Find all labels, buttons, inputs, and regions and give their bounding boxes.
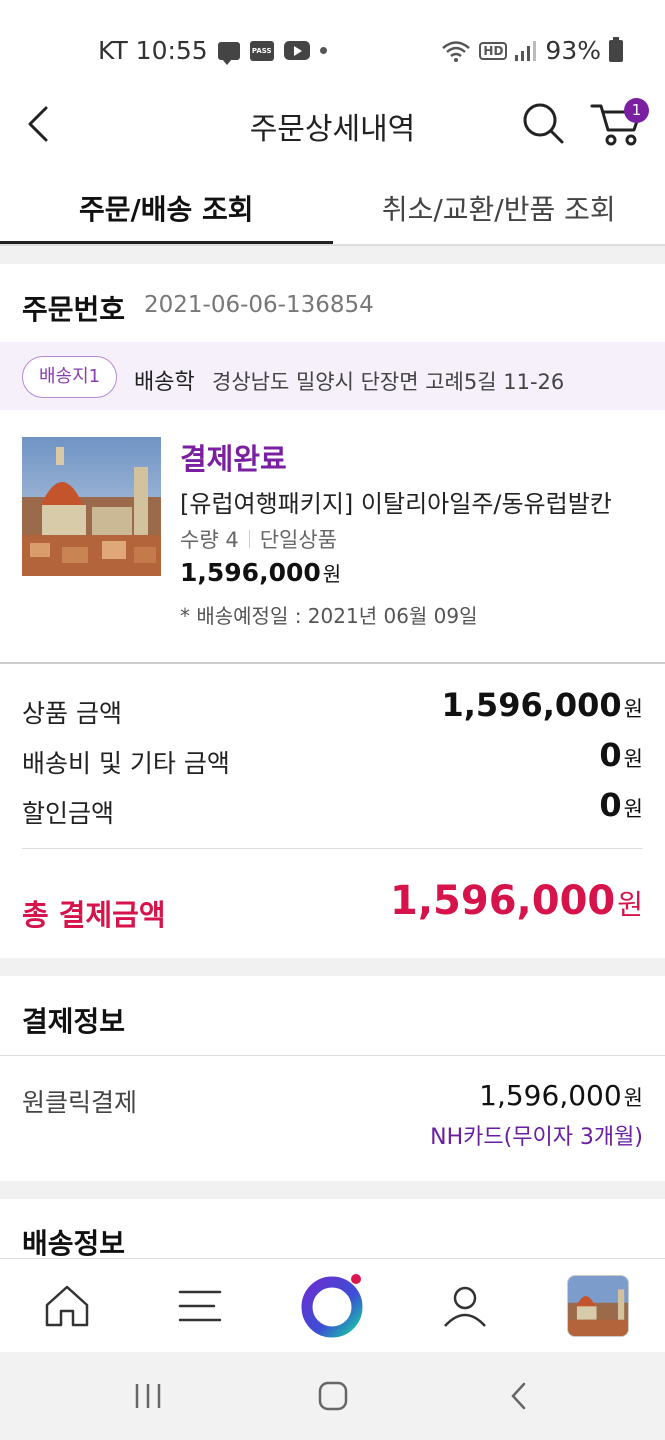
section-gap <box>0 246 665 264</box>
carrier-time: KT 10:55 <box>98 36 208 65</box>
status-right: HD 93% <box>441 36 623 65</box>
amount-summary: 상품 금액 1,596,000원 배송비 및 기타 금액 0원 할인금액 0원 … <box>0 666 665 958</box>
youtube-icon <box>283 41 310 60</box>
cart-count-badge: 1 <box>624 98 649 123</box>
currency-unit: 원 <box>617 888 643 921</box>
total-amount-number: 1,596,000 <box>390 878 616 924</box>
total-amount-row: 총 결제금액 1,596,000원 <box>22 878 643 934</box>
discount-amount-label: 할인금액 <box>22 799 115 828</box>
product-price: 1,596,000 원 <box>180 558 341 587</box>
total-amount-value: 1,596,000원 <box>390 878 643 924</box>
battery-icon <box>609 36 623 62</box>
order-status: 결제완료 <box>180 442 287 476</box>
shipping-info-title: 배송정보 <box>22 1227 126 1260</box>
shipping-info-header: 배송정보 <box>0 1198 665 1260</box>
home-icon <box>45 1285 89 1327</box>
nav-main-logo[interactable] <box>296 1269 368 1341</box>
order-number-row: 주문번호 2021-06-06-136854 <box>0 264 665 342</box>
recipient-name: 배송학 <box>134 370 195 395</box>
product-thumbnail[interactable] <box>22 437 161 576</box>
shipping-amount-number: 0 <box>599 736 622 774</box>
product-amount-value: 1,596,000원 <box>442 686 644 724</box>
shipping-amount-value: 0원 <box>599 736 643 774</box>
discount-amount-value: 0원 <box>599 786 643 824</box>
currency-unit: 원 <box>623 697 643 721</box>
menu-icon <box>178 1290 222 1322</box>
currency-unit: 원 <box>623 747 643 771</box>
section-gap <box>0 1181 665 1199</box>
product-amount-row: 상품 금액 1,596,000원 <box>22 686 643 730</box>
brand-logo-icon <box>301 1274 363 1338</box>
product-card[interactable]: 결제완료 [유럽여행패키지] 이탈리아일주/동유럽발칸 수량 4 단일상품 1,… <box>0 410 665 664</box>
discount-amount-row: 할인금액 0원 <box>22 786 643 830</box>
search-button[interactable] <box>520 100 566 146</box>
recent-product-image <box>568 1276 628 1336</box>
order-number-label: 주문번호 <box>22 293 126 326</box>
nav-my-page[interactable] <box>432 1273 498 1339</box>
shipping-amount-label: 배송비 및 기타 금액 <box>22 749 230 778</box>
search-icon <box>523 103 564 144</box>
currency-unit: 원 <box>623 1086 643 1110</box>
product-quantity: 수량 4 <box>180 528 239 552</box>
meta-divider <box>248 530 250 548</box>
hd-icon: HD <box>479 41 508 60</box>
address-text: 경상남도 밀양시 단장면 고례5길 11-26 <box>212 370 565 394</box>
user-icon <box>444 1286 486 1327</box>
chat-icon <box>217 41 240 65</box>
product-amount-number: 1,596,000 <box>441 686 622 724</box>
nav-menu[interactable] <box>167 1273 233 1339</box>
payment-method: 원클릭결제 <box>22 1088 138 1117</box>
section-gap <box>0 958 665 976</box>
status-left: KT 10:55 PASS <box>98 36 327 65</box>
order-number-value: 2021-06-06-136854 <box>144 292 374 318</box>
tab-order-delivery[interactable]: 주문/배송 조회 <box>0 168 333 244</box>
payment-info-title: 결제정보 <box>22 1005 126 1038</box>
system-navigation-bar <box>0 1352 665 1440</box>
wifi-icon <box>442 40 471 62</box>
recent-apps-button[interactable] <box>126 1378 170 1414</box>
address-chip[interactable]: 배송지1 <box>22 356 118 398</box>
nav-recent-item[interactable] <box>567 1275 629 1337</box>
amount-divider <box>22 848 643 849</box>
app-header: 주문상세내역 <box>0 80 665 168</box>
product-price-value: 1,596,000 <box>180 558 321 587</box>
battery-percent: 93% <box>545 36 601 65</box>
signal-icon <box>515 40 537 61</box>
home-system-button[interactable] <box>311 1378 355 1414</box>
payment-info-body: 원클릭결제 1,596,000원 NH카드(무이자 3개월) <box>0 1057 665 1181</box>
payment-amount: 1,596,000원 <box>479 1079 643 1112</box>
payment-amount-number: 1,596,000 <box>479 1079 622 1112</box>
system-back-button[interactable] <box>497 1378 541 1414</box>
currency-unit: 원 <box>623 797 643 821</box>
payment-card: NH카드(무이자 3개월) <box>430 1125 643 1150</box>
product-meta: 수량 4 단일상품 <box>180 524 337 554</box>
delivery-eta: * 배송예정일 : 2021년 06월 09일 <box>180 604 478 628</box>
recent-apps-icon <box>135 1384 161 1408</box>
bottom-navigation <box>0 1258 665 1352</box>
product-price-unit: 원 <box>322 562 342 586</box>
order-tabs: 주문/배송 조회 취소/교환/반품 조회 <box>0 168 665 246</box>
delivery-address-band: 배송지1 배송학 경상남도 밀양시 단장면 고례5길 11-26 <box>0 342 665 410</box>
discount-amount-number: 0 <box>599 786 622 824</box>
notification-dot-icon <box>319 47 327 54</box>
product-option: 단일상품 <box>259 528 337 552</box>
tab-cancel-exchange-return[interactable]: 취소/교환/반품 조회 <box>333 168 665 244</box>
nav-home[interactable] <box>34 1273 100 1339</box>
pass-icon: PASS <box>249 40 274 61</box>
product-amount-label: 상품 금액 <box>22 699 122 728</box>
total-amount-label: 총 결제금액 <box>22 898 166 932</box>
florence-cathedral-image <box>22 437 161 576</box>
shipping-amount-row: 배송비 및 기타 금액 0원 <box>22 736 643 780</box>
back-arrow-icon <box>511 1382 526 1410</box>
product-name[interactable]: [유럽여행패키지] 이탈리아일주/동유럽발칸 <box>180 484 640 519</box>
home-square-icon <box>318 1381 348 1411</box>
payment-info-header: 결제정보 <box>0 976 665 1056</box>
